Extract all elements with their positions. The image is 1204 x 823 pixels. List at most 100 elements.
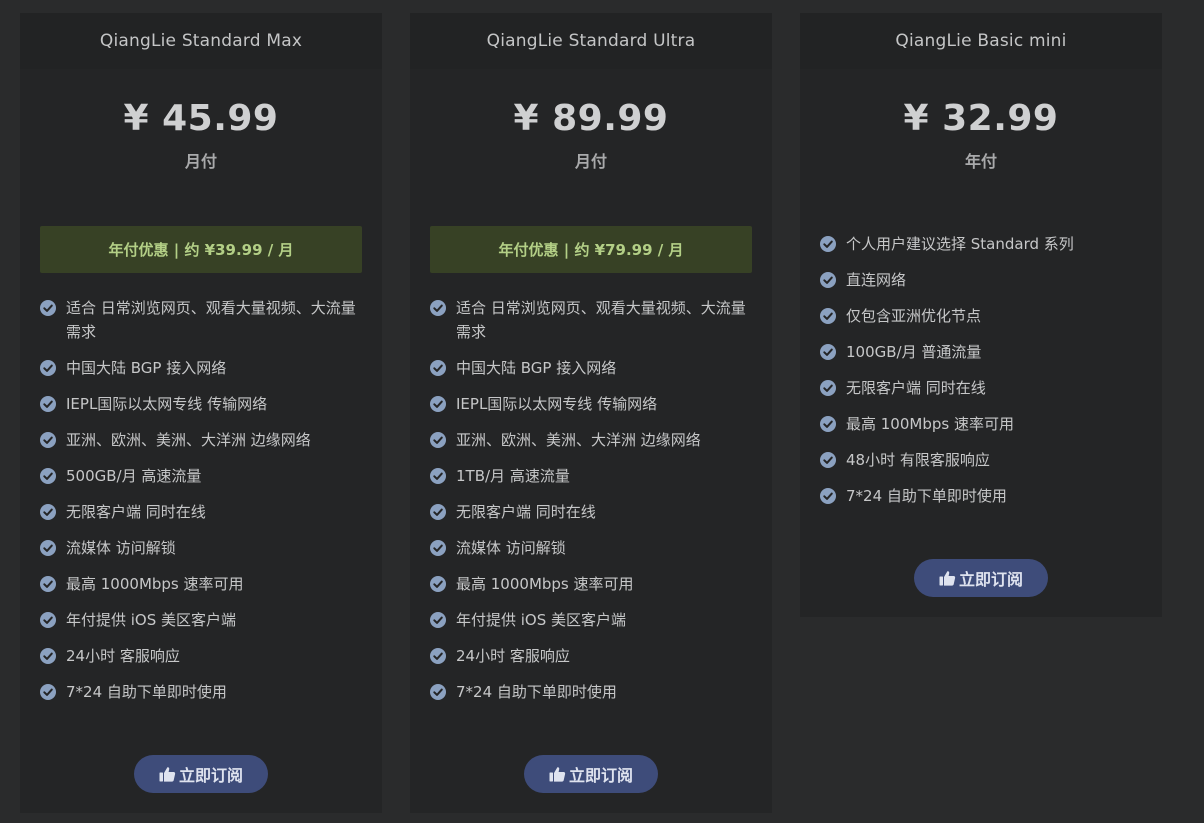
feature-text: 亚洲、欧洲、美洲、大洋洲 边缘网络 bbox=[456, 431, 701, 449]
feature-item: 48小时 有限客服响应 bbox=[820, 448, 1142, 472]
feature-item: 无限客户端 同时在线 bbox=[430, 500, 752, 524]
feature-item: 年付提供 iOS 美区客户端 bbox=[40, 608, 362, 632]
feature-item: 直连网络 bbox=[820, 268, 1142, 292]
check-circle-icon bbox=[430, 648, 446, 664]
plan-price: ¥ 32.99 bbox=[903, 98, 1059, 139]
feature-text: 48小时 有限客服响应 bbox=[846, 451, 990, 469]
check-circle-icon bbox=[430, 468, 446, 484]
feature-item: 7*24 自助下单即时使用 bbox=[430, 680, 752, 704]
check-circle-icon bbox=[40, 684, 56, 700]
check-circle-icon bbox=[430, 612, 446, 628]
check-circle-icon bbox=[40, 612, 56, 628]
check-circle-icon bbox=[430, 576, 446, 592]
feature-text: 无限客户端 同时在线 bbox=[846, 379, 986, 397]
feature-text: 适合 日常浏览网页、观看大量视频、大流量需求 bbox=[456, 299, 746, 341]
feature-text: 直连网络 bbox=[846, 271, 907, 289]
check-circle-icon bbox=[40, 576, 56, 592]
plan-card-standard-max: QiangLie Standard Max ¥ 45.99 月付 年付优惠 | … bbox=[20, 13, 382, 813]
subscribe-button-label: 立即订阅 bbox=[958, 570, 1023, 589]
thumbs-up-icon bbox=[549, 767, 566, 782]
plan-name: QiangLie Standard Max bbox=[20, 13, 382, 69]
check-circle-icon bbox=[430, 684, 446, 700]
plan-name: QiangLie Basic mini bbox=[800, 13, 1162, 69]
feature-text: 无限客户端 同时在线 bbox=[66, 503, 206, 521]
plan-price: ¥ 45.99 bbox=[123, 98, 279, 139]
feature-text: 7*24 自助下单即时使用 bbox=[846, 487, 1007, 505]
annual-discount-banner: 年付优惠 | 约 ¥79.99 / 月 bbox=[430, 226, 752, 273]
thumbs-up-icon bbox=[939, 571, 956, 586]
feature-item: 最高 1000Mbps 速率可用 bbox=[40, 572, 362, 596]
thumbs-up-icon bbox=[159, 767, 176, 782]
feature-text: 年付提供 iOS 美区客户端 bbox=[66, 611, 237, 629]
subscribe-button[interactable]: 立即订阅 bbox=[914, 559, 1048, 597]
feature-text: 最高 1000Mbps 速率可用 bbox=[66, 575, 244, 593]
feature-text: 适合 日常浏览网页、观看大量视频、大流量需求 bbox=[66, 299, 356, 341]
check-circle-icon bbox=[820, 416, 836, 432]
feature-item: 100GB/月 普通流量 bbox=[820, 340, 1142, 364]
check-circle-icon bbox=[820, 344, 836, 360]
feature-item: 1TB/月 高速流量 bbox=[430, 464, 752, 488]
check-circle-icon bbox=[820, 452, 836, 468]
feature-item: 7*24 自助下单即时使用 bbox=[40, 680, 362, 704]
annual-discount-banner: 年付优惠 | 约 ¥39.99 / 月 bbox=[40, 226, 362, 273]
feature-text: 个人用户建议选择 Standard 系列 bbox=[846, 235, 1074, 253]
feature-list: 个人用户建议选择 Standard 系列 直连网络 仅包含亚洲优化节点 100G… bbox=[820, 232, 1142, 520]
feature-text: 500GB/月 高速流量 bbox=[66, 467, 202, 485]
feature-item: 亚洲、欧洲、美洲、大洋洲 边缘网络 bbox=[430, 428, 752, 452]
check-circle-icon bbox=[40, 432, 56, 448]
feature-text: 最高 100Mbps 速率可用 bbox=[846, 415, 1014, 433]
check-circle-icon bbox=[430, 396, 446, 412]
check-circle-icon bbox=[430, 300, 446, 316]
feature-text: IEPL国际以太网专线 传输网络 bbox=[66, 395, 268, 413]
plan-card-standard-ultra: QiangLie Standard Ultra ¥ 89.99 月付 年付优惠 … bbox=[410, 13, 772, 813]
feature-item: 无限客户端 同时在线 bbox=[820, 376, 1142, 400]
feature-item: 适合 日常浏览网页、观看大量视频、大流量需求 bbox=[430, 296, 752, 344]
billing-period: 月付 bbox=[574, 152, 607, 171]
check-circle-icon bbox=[820, 272, 836, 288]
feature-item: 500GB/月 高速流量 bbox=[40, 464, 362, 488]
feature-item: 最高 100Mbps 速率可用 bbox=[820, 412, 1142, 436]
subscribe-button[interactable]: 立即订阅 bbox=[134, 755, 268, 793]
subscribe-button-label: 立即订阅 bbox=[568, 766, 633, 785]
feature-item: 适合 日常浏览网页、观看大量视频、大流量需求 bbox=[40, 296, 362, 344]
feature-item: 24小时 客服响应 bbox=[430, 644, 752, 668]
feature-text: 中国大陆 BGP 接入网络 bbox=[66, 359, 227, 377]
subscribe-button-label: 立即订阅 bbox=[178, 766, 243, 785]
check-circle-icon bbox=[820, 236, 836, 252]
check-circle-icon bbox=[430, 432, 446, 448]
feature-text: 最高 1000Mbps 速率可用 bbox=[456, 575, 634, 593]
check-circle-icon bbox=[430, 360, 446, 376]
check-circle-icon bbox=[40, 396, 56, 412]
feature-item: 无限客户端 同时在线 bbox=[40, 500, 362, 524]
plan-card-basic-mini: QiangLie Basic mini ¥ 32.99 年付 个人用户建议选择 … bbox=[800, 13, 1162, 617]
feature-item: 流媒体 访问解锁 bbox=[40, 536, 362, 560]
feature-text: 24小时 客服响应 bbox=[66, 647, 180, 665]
feature-item: 最高 1000Mbps 速率可用 bbox=[430, 572, 752, 596]
check-circle-icon bbox=[430, 540, 446, 556]
feature-item: 7*24 自助下单即时使用 bbox=[820, 484, 1142, 508]
feature-text: 无限客户端 同时在线 bbox=[456, 503, 596, 521]
feature-list: 适合 日常浏览网页、观看大量视频、大流量需求 中国大陆 BGP 接入网络 IEP… bbox=[430, 296, 752, 716]
feature-item: 个人用户建议选择 Standard 系列 bbox=[820, 232, 1142, 256]
plan-name: QiangLie Standard Ultra bbox=[410, 13, 772, 69]
feature-item: 亚洲、欧洲、美洲、大洋洲 边缘网络 bbox=[40, 428, 362, 452]
feature-list: 适合 日常浏览网页、观看大量视频、大流量需求 中国大陆 BGP 接入网络 IEP… bbox=[40, 296, 362, 716]
feature-item: 年付提供 iOS 美区客户端 bbox=[430, 608, 752, 632]
check-circle-icon bbox=[820, 308, 836, 324]
billing-period: 年付 bbox=[964, 152, 997, 171]
feature-item: 仅包含亚洲优化节点 bbox=[820, 304, 1142, 328]
check-circle-icon bbox=[40, 504, 56, 520]
feature-text: IEPL国际以太网专线 传输网络 bbox=[456, 395, 658, 413]
feature-item: IEPL国际以太网专线 传输网络 bbox=[40, 392, 362, 416]
check-circle-icon bbox=[40, 300, 56, 316]
check-circle-icon bbox=[40, 360, 56, 376]
feature-text: 流媒体 访问解锁 bbox=[456, 539, 566, 557]
check-circle-icon bbox=[40, 648, 56, 664]
feature-text: 100GB/月 普通流量 bbox=[846, 343, 982, 361]
feature-item: 流媒体 访问解锁 bbox=[430, 536, 752, 560]
feature-text: 年付提供 iOS 美区客户端 bbox=[456, 611, 627, 629]
feature-item: 中国大陆 BGP 接入网络 bbox=[40, 356, 362, 380]
feature-item: 中国大陆 BGP 接入网络 bbox=[430, 356, 752, 380]
feature-text: 仅包含亚洲优化节点 bbox=[846, 307, 982, 325]
subscribe-button[interactable]: 立即订阅 bbox=[524, 755, 658, 793]
